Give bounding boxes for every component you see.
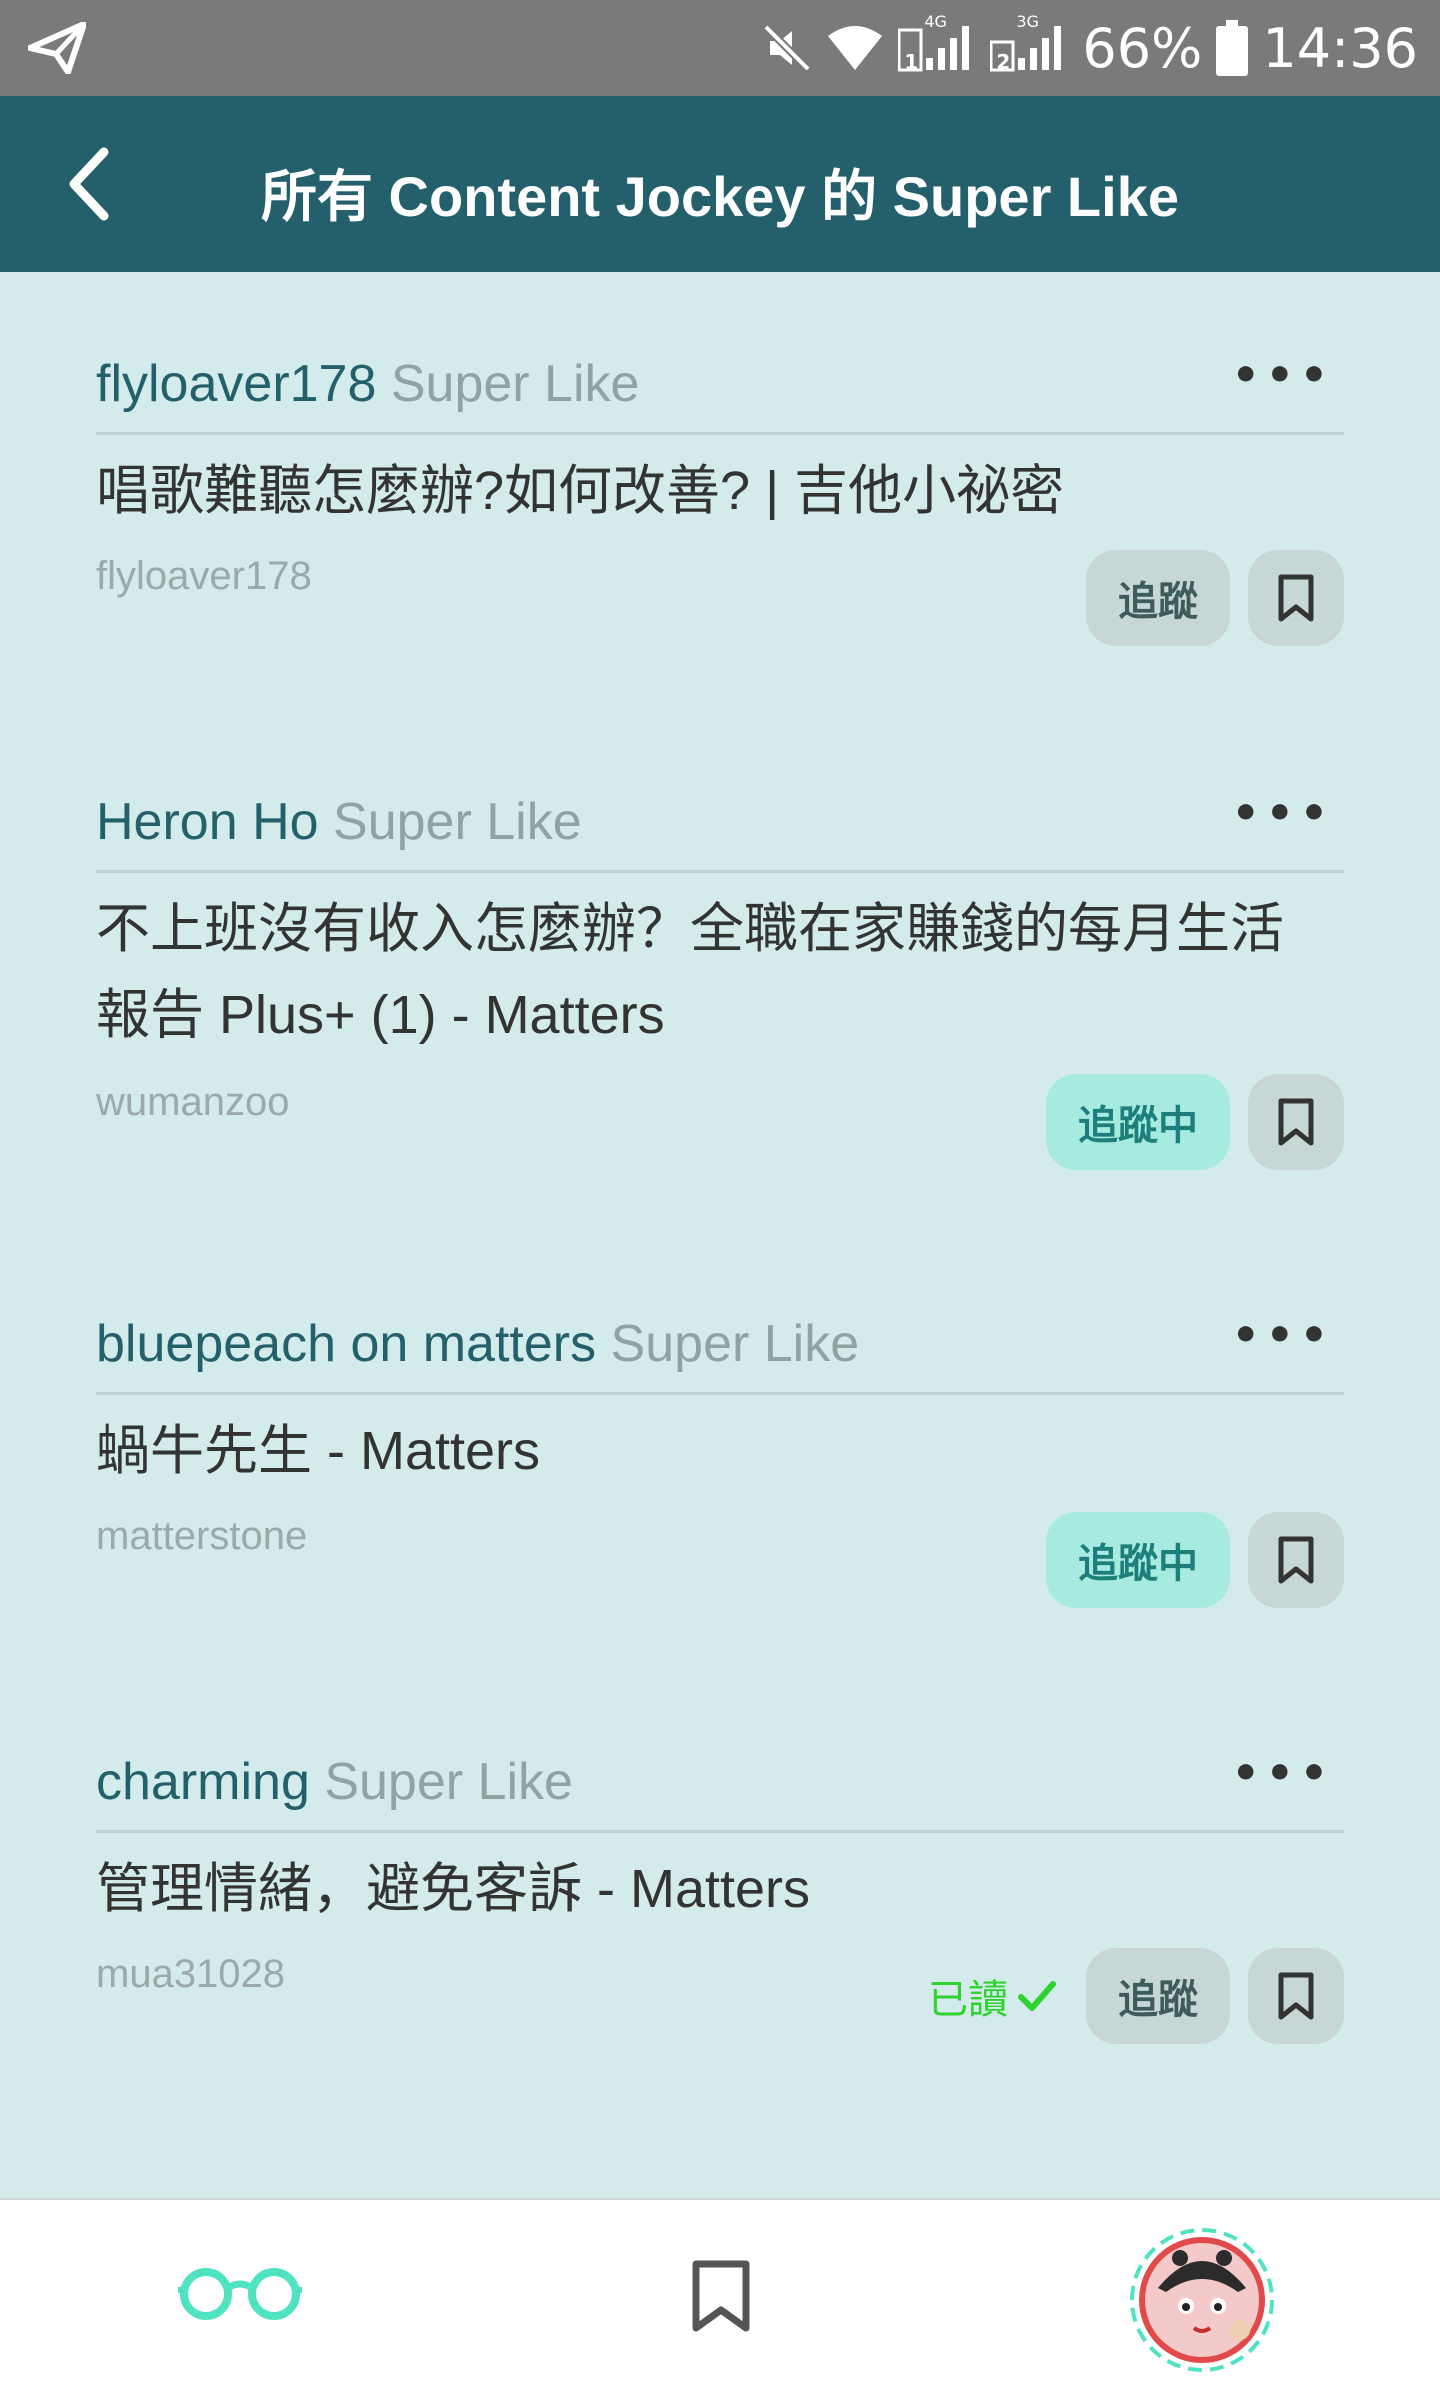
network-4g-label: 4G xyxy=(924,12,947,31)
battery-percent: 66% xyxy=(1082,16,1203,80)
wifi-icon xyxy=(828,26,883,70)
sim1-label: 1 xyxy=(904,50,919,74)
bookmark-button[interactable] xyxy=(1248,550,1344,646)
super-like-label: Super Like xyxy=(333,793,582,851)
signal-sim2: 3G 2 xyxy=(989,12,1068,78)
send-icon xyxy=(28,22,86,74)
follow-button[interactable]: 追蹤 xyxy=(1086,1948,1230,2044)
chevron-left-icon[interactable] xyxy=(60,146,120,222)
super-like-label: Super Like xyxy=(390,355,640,413)
liker-name[interactable]: charming xyxy=(96,1753,310,1811)
super-like-label: Super Like xyxy=(324,1753,573,1811)
divider xyxy=(96,1830,1344,1833)
article-title[interactable]: 唱歌難聽怎麼辦?如何改善? | 吉他小祕密 xyxy=(96,448,1344,534)
liker-line: Heron Ho Super Like xyxy=(96,792,582,852)
read-label: 已讀 xyxy=(928,1977,1008,2023)
nav-bookmark-button[interactable] xyxy=(690,2260,752,2338)
article-title[interactable]: 不上班沒有收入怎麼辦？全職在家賺錢的每月生活報告 Plus+ (1) - Mat… xyxy=(96,886,1296,1058)
article-author[interactable]: wumanzoo xyxy=(96,1080,289,1125)
app-bar: 所有 Content Jockey 的 Super Like xyxy=(0,96,1440,272)
follow-button[interactable]: 追蹤 xyxy=(1086,550,1230,646)
article-author[interactable]: mua31028 xyxy=(96,1952,285,1997)
bottom-navigation xyxy=(0,2198,1440,2394)
read-indicator: 已讀 xyxy=(928,1967,1056,2025)
liker-name[interactable]: flyloaver178 xyxy=(96,355,376,413)
more-options-button[interactable]: ••• xyxy=(1232,1748,1334,1799)
liker-line: charming Super Like xyxy=(96,1752,573,1812)
item-actions: 追蹤中 xyxy=(1046,1074,1344,1170)
signal-sim1: 4G 1 xyxy=(897,12,976,78)
bookmark-icon xyxy=(1278,1972,1314,2020)
clock: 14:36 xyxy=(1262,16,1418,80)
mute-icon xyxy=(763,24,812,72)
liker-line: bluepeach on matters Super Like xyxy=(96,1314,859,1374)
item-actions: 追蹤 xyxy=(1086,550,1344,646)
checkmark-icon xyxy=(1018,1981,1056,2011)
bookmark-button[interactable] xyxy=(1248,1948,1344,2044)
avatar-image xyxy=(1130,2228,1274,2372)
more-options-button[interactable]: ••• xyxy=(1232,788,1334,839)
more-options-button[interactable]: ••• xyxy=(1232,350,1334,401)
article-author[interactable]: flyloaver178 xyxy=(96,554,312,599)
article-title[interactable]: 蝸牛先生 - Matters xyxy=(96,1408,1344,1494)
more-options-button[interactable]: ••• xyxy=(1232,1310,1334,1361)
network-3g-label: 3G xyxy=(1016,12,1039,31)
article-title[interactable]: 管理情緒，避免客訴 - Matters xyxy=(96,1846,1344,1932)
battery-icon xyxy=(1216,20,1249,76)
reading-glasses-icon xyxy=(178,2268,302,2320)
item-actions: 已讀 追蹤 xyxy=(928,1948,1344,2044)
sim2-label: 2 xyxy=(996,50,1011,74)
article-author[interactable]: matterstone xyxy=(96,1514,307,1559)
liker-name[interactable]: Heron Ho xyxy=(96,793,319,851)
avatar[interactable] xyxy=(1128,2226,1276,2378)
super-like-label: Super Like xyxy=(610,1315,860,1373)
liker-name[interactable]: bluepeach on matters xyxy=(96,1315,596,1373)
status-bar: 4G 1 3G 2 66% 14:36 xyxy=(0,0,1440,96)
liker-line: flyloaver178 Super Like xyxy=(96,354,639,414)
item-actions: 追蹤中 xyxy=(1046,1512,1344,1608)
following-button[interactable]: 追蹤中 xyxy=(1046,1512,1230,1608)
nav-reading-button[interactable] xyxy=(176,2266,304,2326)
bookmark-icon xyxy=(1278,574,1314,622)
divider xyxy=(96,1392,1344,1395)
divider xyxy=(96,432,1344,435)
bookmark-icon xyxy=(692,2260,750,2332)
divider xyxy=(96,870,1344,873)
following-button[interactable]: 追蹤中 xyxy=(1046,1074,1230,1170)
page-title: 所有 Content Jockey 的 Super Like xyxy=(261,165,1179,228)
bookmark-button[interactable] xyxy=(1248,1074,1344,1170)
bookmark-icon xyxy=(1278,1536,1314,1584)
bookmark-button[interactable] xyxy=(1248,1512,1344,1608)
bookmark-icon xyxy=(1278,1098,1314,1146)
